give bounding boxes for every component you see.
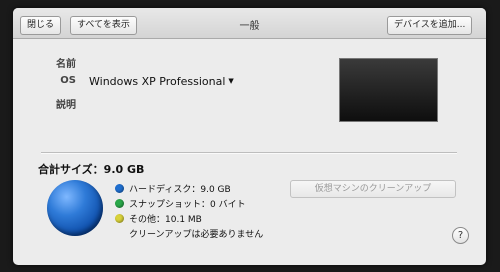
os-select-value: Windows XP Professional [89,75,226,88]
divider [41,152,457,154]
name-label: 名前 [56,59,76,70]
total-size: 合計サイズ：9.0 GB [38,163,145,176]
disk-usage-pie-icon [47,180,103,236]
legend-label: スナップショット：0 バイト [129,200,246,210]
cleanup-vm-button[interactable]: 仮想マシンのクリーンアップ [290,180,456,198]
green-dot-icon [115,199,124,208]
description-label: 説明 [56,100,76,111]
os-label: OS [60,75,76,86]
yellow-dot-icon [115,214,124,223]
toolbar: 閉じる すべてを表示 一般 デバイスを追加... [13,8,486,39]
chevron-down-icon: ▼ [228,77,234,85]
blue-dot-icon [115,184,124,193]
legend-label: ハードディスク：9.0 GB [129,185,231,195]
add-device-button[interactable]: デバイスを追加... [387,16,473,35]
vm-thumbnail [339,58,438,122]
legend-item-hard-disk: ハードディスク：9.0 GB [115,182,231,195]
legend-item-other: その他：10.1 MB [115,212,202,225]
legend-item-snapshot: スナップショット：0 バイト [115,197,246,210]
cleanup-status: クリーンアップは必要ありません [129,230,264,240]
help-button[interactable]: ? [452,227,469,244]
os-select[interactable]: Windows XP Professional ▼ [89,75,234,88]
settings-window: 閉じる すべてを表示 一般 デバイスを追加... 名前 OS Windows X… [13,8,486,265]
legend-label: その他：10.1 MB [129,215,202,225]
